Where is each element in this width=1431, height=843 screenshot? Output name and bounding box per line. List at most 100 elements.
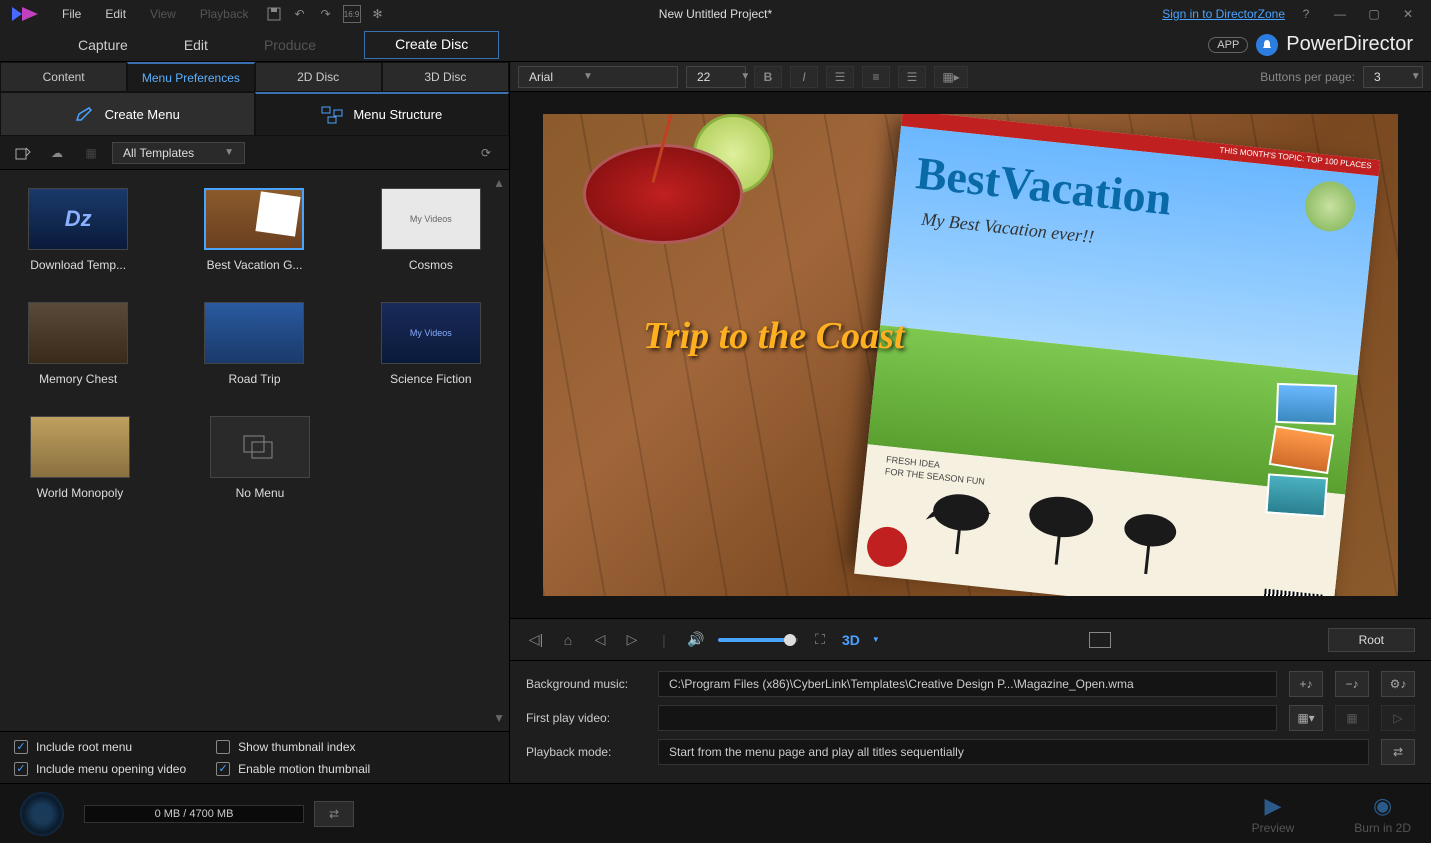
buttons-per-page-dropdown[interactable]: 3▼ <box>1363 66 1423 88</box>
bg-music-input[interactable]: C:\Program Files (x86)\CyberLink\Templat… <box>658 671 1277 697</box>
mode-edit[interactable]: Edit <box>176 31 216 59</box>
import-icon[interactable] <box>14 144 32 162</box>
burn-disc-icon: ◉ <box>1373 793 1392 819</box>
template-label: Memory Chest <box>20 372 136 386</box>
remove-video-button: ▦ <box>1335 705 1369 731</box>
first-play-label: First play video: <box>526 711 646 725</box>
subtab-menu-preferences[interactable]: Menu Preferences <box>127 62 254 92</box>
add-music-button[interactable]: +♪ <box>1289 671 1323 697</box>
template-item[interactable]: Best Vacation G... <box>196 188 312 272</box>
template-item[interactable]: Road Trip <box>196 302 312 386</box>
cloud-icon[interactable]: ☁ <box>48 144 66 162</box>
3d-toggle[interactable]: 3D <box>842 632 860 648</box>
create-menu-label: Create Menu <box>105 107 180 122</box>
settings-icon[interactable]: ✻ <box>369 5 387 23</box>
playback-mode-button[interactable]: ⇄ <box>1381 739 1415 765</box>
subtab-content[interactable]: Content <box>0 62 127 92</box>
save-icon[interactable] <box>265 5 283 23</box>
italic-button[interactable]: I <box>790 66 818 88</box>
template-item[interactable]: My Videos Cosmos <box>373 188 489 272</box>
bg-music-label: Background music: <box>526 677 646 691</box>
burn-label: Burn in 2D <box>1354 821 1411 835</box>
chevron-down-icon: ▼ <box>1411 71 1421 82</box>
close-icon[interactable]: ✕ <box>1399 5 1417 23</box>
minimize-icon[interactable]: — <box>1331 5 1349 23</box>
checkbox-label: Include menu opening video <box>36 762 186 776</box>
template-label: Science Fiction <box>373 372 489 386</box>
mode-capture[interactable]: Capture <box>70 31 136 59</box>
template-filter-dropdown[interactable]: All Templates ▼ <box>112 142 245 164</box>
filter-label: All Templates <box>123 146 194 160</box>
menu-edit[interactable]: Edit <box>93 3 138 25</box>
burn-button[interactable]: ◉ Burn in 2D <box>1354 793 1411 835</box>
next-icon[interactable]: ▷ <box>622 631 642 648</box>
menu-preview[interactable]: THIS MONTH'S TOPIC: TOP 100 PLACES BestV… <box>543 114 1398 596</box>
subtab-3d-disc[interactable]: 3D Disc <box>382 62 509 92</box>
maximize-icon[interactable]: ▢ <box>1365 5 1383 23</box>
playback-mode-input[interactable]: Start from the menu page and play all ti… <box>658 739 1369 765</box>
mode-create-disc[interactable]: Create Disc <box>364 31 499 59</box>
app-store-button[interactable]: APP <box>1208 37 1248 53</box>
snapshot-icon[interactable]: ⛶ <box>810 631 830 648</box>
mode-produce[interactable]: Produce <box>256 31 324 59</box>
swap-button[interactable]: ⇄ <box>314 801 354 827</box>
magazine-graphic: THIS MONTH'S TOPIC: TOP 100 PLACES BestV… <box>856 114 1380 596</box>
menu-file[interactable]: File <box>50 3 93 25</box>
playback-mode-label: Playback mode: <box>526 745 646 759</box>
home-icon[interactable]: ⌂ <box>558 632 578 648</box>
preview-button[interactable]: ▶ Preview <box>1252 793 1295 835</box>
aspect-icon[interactable]: 16:9 <box>343 5 361 23</box>
checkbox-opening-video[interactable]: ✓Include menu opening video <box>14 762 186 776</box>
template-item[interactable]: Memory Chest <box>20 302 136 386</box>
browse-video-button[interactable]: ▦▾ <box>1289 705 1323 731</box>
help-icon[interactable]: ? <box>1297 5 1315 23</box>
display-icon[interactable] <box>1089 632 1111 648</box>
grid-icon[interactable]: ▦ <box>82 144 100 162</box>
align-right-button[interactable]: ☰ <box>898 66 926 88</box>
prev-chapter-icon[interactable]: ◁| <box>526 631 546 648</box>
scroll-up-icon[interactable]: ▲ <box>493 176 505 190</box>
volume-slider[interactable] <box>718 638 798 642</box>
template-item[interactable]: World Monopoly <box>20 416 140 500</box>
template-item[interactable]: My Videos Science Fiction <box>373 302 489 386</box>
font-dropdown[interactable]: Arial▼ <box>518 66 678 88</box>
align-left-button[interactable]: ☰ <box>826 66 854 88</box>
root-button[interactable]: Root <box>1328 628 1415 652</box>
first-play-input[interactable] <box>658 705 1277 731</box>
undo-icon[interactable]: ↶ <box>291 5 309 23</box>
redo-icon[interactable]: ↷ <box>317 5 335 23</box>
brand-label: PowerDirector <box>1286 33 1413 56</box>
remove-music-button[interactable]: −♪ <box>1335 671 1369 697</box>
checkbox-thumb-index[interactable]: Show thumbnail index <box>216 740 370 754</box>
buttons-per-page-label: Buttons per page: <box>1260 70 1355 84</box>
template-label: World Monopoly <box>20 486 140 500</box>
prev-icon[interactable]: ◁ <box>590 631 610 648</box>
menu-structure-label: Menu Structure <box>353 107 442 122</box>
notification-icon[interactable] <box>1256 34 1278 56</box>
create-menu-button[interactable]: Create Menu <box>0 92 255 136</box>
menu-structure-button[interactable]: Menu Structure <box>255 92 510 136</box>
music-settings-button[interactable]: ⚙♪ <box>1381 671 1415 697</box>
layout-button[interactable]: ▦▸ <box>934 66 968 88</box>
align-center-button[interactable]: ≡ <box>862 66 890 88</box>
signin-link[interactable]: Sign in to DirectorZone <box>1162 7 1285 21</box>
structure-icon <box>321 106 343 124</box>
scroll-down-icon[interactable]: ▼ <box>493 711 505 725</box>
menu-title-text[interactable]: Trip to the Coast <box>643 314 904 358</box>
chevron-down-icon: ▼ <box>740 71 750 82</box>
workspace: Content Menu Preferences 2D Disc 3D Disc… <box>0 62 1431 783</box>
font-name: Arial <box>529 70 553 84</box>
checkbox-root-menu[interactable]: ✓Include root menu <box>14 740 186 754</box>
font-size-dropdown[interactable]: 22▼ <box>686 66 746 88</box>
template-item[interactable]: No Menu <box>200 416 320 500</box>
volume-icon[interactable]: 🔊 <box>686 631 706 648</box>
app-logo-icon <box>10 3 40 25</box>
preview-label: Preview <box>1252 821 1295 835</box>
subtab-2d-disc[interactable]: 2D Disc <box>255 62 382 92</box>
bold-button[interactable]: B <box>754 66 782 88</box>
refresh-icon[interactable]: ⟳ <box>477 144 495 162</box>
template-item[interactable]: Dz Download Temp... <box>20 188 136 272</box>
template-label: Download Temp... <box>20 258 136 272</box>
menubar: File Edit View Playback ↶ ↷ 16:9 ✻ New U… <box>0 0 1431 28</box>
checkbox-motion-thumb[interactable]: ✓Enable motion thumbnail <box>216 762 370 776</box>
